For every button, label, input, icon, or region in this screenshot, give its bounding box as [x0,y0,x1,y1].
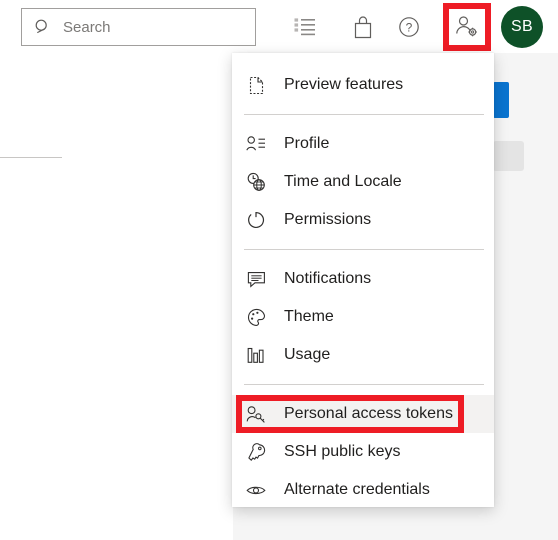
boards-checklist-icon[interactable] [292,14,318,40]
user-settings-highlight-box [443,3,491,51]
help-question-icon[interactable]: ? [396,14,422,40]
avatar[interactable]: SB [501,6,543,48]
search-box[interactable] [21,8,256,46]
personal-access-token-key-icon [246,404,266,424]
menu-item-label: Preview features [284,76,404,93]
search-input[interactable] [63,16,243,38]
menu-group-account: Profile Time and Locale Permissions [232,125,494,239]
page-preview-icon [246,75,266,95]
menu-bottom-spacer [232,509,494,519]
menu-top-spacer [232,53,494,66]
ssh-key-icon [246,442,266,462]
menu-group-security: Personal access tokens SSH public keys A… [232,395,494,509]
menu-item-label: Alternate credentials [284,481,430,498]
page-left-panel [0,53,233,540]
search-icon [34,18,52,36]
menu-item-preview-features[interactable]: Preview features [232,66,494,104]
menu-item-label: Permissions [284,211,372,228]
menu-item-permissions[interactable]: Permissions [232,201,494,239]
permissions-refresh-icon [246,210,266,230]
page-primary-button[interactable] [493,82,509,118]
marketplace-bag-icon[interactable] [350,14,376,40]
profile-person-icon [246,134,266,154]
svg-text:?: ? [406,21,413,35]
menu-item-label: SSH public keys [284,443,401,460]
alternate-credentials-eye-icon [246,480,266,500]
theme-palette-icon [246,307,266,327]
page-divider [0,157,62,158]
menu-item-profile[interactable]: Profile [232,125,494,163]
menu-divider [244,384,484,385]
menu-item-ssh-public-keys[interactable]: SSH public keys [232,433,494,471]
menu-divider [244,114,484,115]
notifications-comment-icon [246,269,266,289]
menu-item-label: Theme [284,308,334,325]
usage-bar-chart-icon [246,345,266,365]
menu-item-usage[interactable]: Usage [232,336,494,374]
page-card [493,141,524,171]
menu-item-label: Personal access tokens [284,405,453,422]
menu-item-theme[interactable]: Theme [232,298,494,336]
menu-item-notifications[interactable]: Notifications [232,260,494,298]
menu-item-personal-access-tokens[interactable]: Personal access tokens [232,395,494,433]
menu-item-label: Usage [284,346,331,363]
menu-item-label: Time and Locale [284,173,402,190]
account-menu-flyout: Preview features Profile Time and Locale… [232,53,494,507]
menu-divider [244,249,484,250]
menu-item-time-and-locale[interactable]: Time and Locale [232,163,494,201]
user-settings-icon[interactable] [449,9,485,45]
top-navigation-bar: ? SB [0,0,558,53]
menu-group-preview: Preview features [232,66,494,104]
menu-item-label: Profile [284,135,330,152]
clock-globe-icon [246,172,266,192]
menu-item-label: Notifications [284,270,372,287]
menu-item-alternate-credentials[interactable]: Alternate credentials [232,471,494,509]
menu-group-preferences: Notifications Theme Usage [232,260,494,374]
